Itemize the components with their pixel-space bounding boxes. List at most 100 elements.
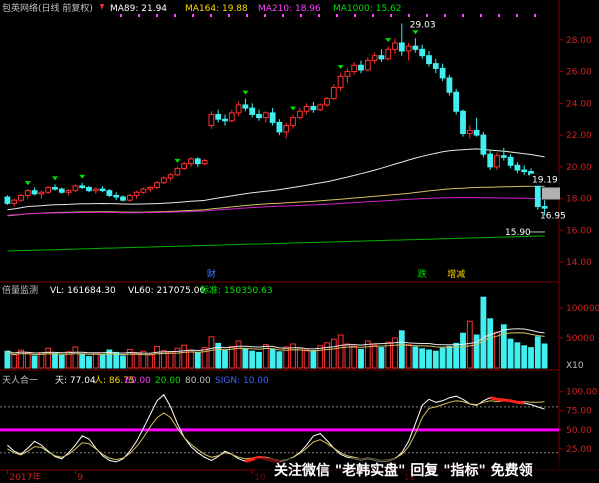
price-tick-label: 20.00 bbox=[566, 163, 592, 173]
volume-bar bbox=[235, 340, 242, 369]
volume-bar bbox=[507, 338, 514, 369]
volume-bar bbox=[276, 351, 283, 369]
candle-down bbox=[358, 64, 364, 71]
volume-bar bbox=[398, 330, 405, 369]
top-dot-marker bbox=[534, 14, 536, 17]
price-tick-label: 16.00 bbox=[566, 226, 592, 236]
volume-bar bbox=[242, 348, 249, 369]
candle-up bbox=[317, 104, 324, 111]
volume-bar bbox=[303, 349, 310, 369]
candle-down bbox=[113, 194, 120, 198]
candle-up bbox=[303, 106, 310, 112]
candle-up bbox=[65, 190, 72, 193]
volume-tick-label: 100000 bbox=[566, 304, 599, 314]
candle-up bbox=[290, 117, 296, 127]
date-tick-label: 2017年 bbox=[9, 471, 41, 483]
price-panel-header: 包英网络(日线 前复权) MA89: 21.94 MA164: 19.88 MA… bbox=[2, 2, 401, 14]
candle-up bbox=[235, 104, 242, 114]
volume-bar bbox=[120, 355, 126, 369]
candle-up bbox=[18, 194, 24, 201]
candle-up bbox=[466, 129, 473, 135]
volume-bar bbox=[541, 343, 548, 369]
top-dot-marker bbox=[228, 14, 230, 17]
candle-up bbox=[188, 158, 194, 165]
volume-bar bbox=[460, 332, 466, 369]
candle-up bbox=[324, 98, 330, 106]
candle-down bbox=[120, 196, 126, 201]
indicator-tick-label: 100.00 bbox=[566, 388, 598, 398]
candle-down bbox=[106, 190, 113, 196]
volume-bar bbox=[201, 347, 208, 369]
volume-bar bbox=[92, 352, 99, 369]
volume-bar bbox=[487, 318, 494, 369]
volume-bar bbox=[514, 342, 521, 369]
volume-bar bbox=[378, 347, 385, 369]
price-tick-label: 26.00 bbox=[566, 68, 592, 78]
v20-readout: 20.00 bbox=[155, 376, 181, 386]
candle-up bbox=[262, 112, 269, 119]
candle-down bbox=[514, 164, 521, 171]
top-dot-marker bbox=[426, 14, 428, 17]
volume-bar bbox=[412, 346, 419, 369]
candle-down bbox=[249, 107, 256, 115]
ma1000-readout: MA1000: 15.62 bbox=[333, 4, 401, 14]
volume-title: 倍量监测 bbox=[2, 284, 38, 296]
volume-bar bbox=[52, 353, 58, 369]
candle-up bbox=[11, 199, 18, 204]
candle-down bbox=[4, 196, 11, 204]
volume-bar bbox=[133, 353, 140, 369]
volume-bar bbox=[432, 350, 439, 369]
candle-down bbox=[487, 153, 494, 168]
top-dot-marker bbox=[120, 14, 122, 17]
volume-bar bbox=[11, 354, 18, 369]
candle-down bbox=[500, 155, 507, 158]
volume-bar bbox=[358, 348, 364, 369]
top-dot-marker bbox=[390, 14, 392, 17]
candle-down bbox=[480, 134, 487, 155]
top-dot-marker bbox=[462, 14, 464, 17]
candle-up bbox=[45, 186, 52, 193]
candle-up bbox=[351, 64, 358, 73]
indicator-tick-label: 25.00 bbox=[566, 445, 592, 455]
candle-down bbox=[194, 158, 201, 165]
volume-bar bbox=[188, 349, 194, 369]
vl60-readout: VL60: 217075.00 bbox=[128, 286, 205, 296]
event-tag-drop: 跌 bbox=[418, 269, 427, 280]
top-dot-marker bbox=[318, 14, 320, 17]
candle-down bbox=[276, 121, 283, 133]
candle-down bbox=[52, 186, 58, 190]
volume-bar bbox=[324, 342, 330, 369]
price-tick-label: 18.00 bbox=[566, 195, 592, 205]
volume-bar bbox=[426, 349, 432, 369]
price-tick-label: 22.00 bbox=[566, 131, 592, 141]
volume-bar bbox=[521, 345, 528, 369]
candle-up bbox=[296, 110, 303, 119]
v80-readout: 80.00 bbox=[185, 376, 211, 386]
top-dot-marker bbox=[354, 14, 356, 17]
candle-down bbox=[58, 188, 65, 193]
candle-up bbox=[160, 177, 167, 184]
volume-bar bbox=[222, 349, 228, 369]
candle-down bbox=[99, 188, 106, 192]
top-dot-marker bbox=[174, 14, 176, 17]
top-dot-marker bbox=[138, 14, 140, 17]
top-dot-marker bbox=[480, 14, 482, 17]
ma164-readout: MA164: 19.88 bbox=[185, 4, 248, 14]
candle-down bbox=[215, 113, 222, 120]
top-dot-marker bbox=[300, 14, 302, 17]
indicator-tick-label: 50.00 bbox=[566, 426, 592, 436]
volume-bar bbox=[140, 350, 147, 369]
candle-down bbox=[398, 42, 405, 52]
candle-up bbox=[392, 42, 398, 50]
candle-up bbox=[344, 71, 351, 77]
volume-bar bbox=[24, 352, 31, 369]
candle-down bbox=[256, 113, 262, 119]
candle-down bbox=[439, 67, 446, 79]
volume-bar bbox=[330, 338, 337, 369]
candle-up bbox=[92, 188, 99, 192]
date-tick-label: 9 bbox=[77, 473, 83, 483]
volume-bar bbox=[72, 346, 79, 369]
volume-tick-label: 50000 bbox=[566, 334, 595, 344]
watermark: 关注微信 "老韩实盘" 回复 "指标" 免费领 bbox=[255, 458, 599, 483]
ma89-readout: MA89: 21.94 bbox=[110, 4, 167, 14]
